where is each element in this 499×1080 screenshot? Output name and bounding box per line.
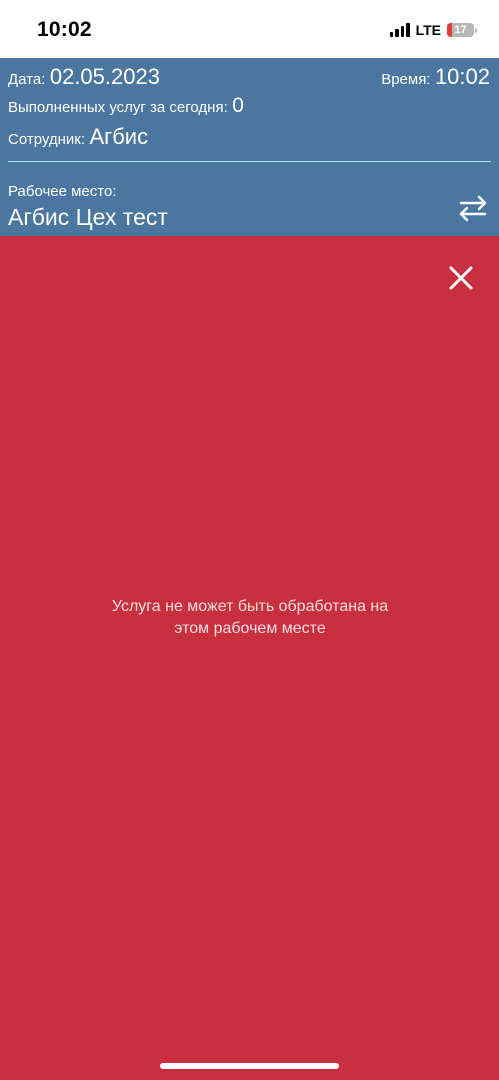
services-value: 0 <box>232 94 244 117</box>
status-indicators: LTE 17 <box>389 20 477 40</box>
date-value: 02.05.2023 <box>49 64 160 89</box>
header-divider <box>8 161 491 162</box>
error-message-line-1: Услуга не может быть обработана на <box>111 598 389 615</box>
switch-workplace-button[interactable] <box>457 192 489 224</box>
time-value: 10:02 <box>434 64 490 89</box>
info-header: Дата: 02.05.2023 Время: 10:02 Выполненны… <box>0 58 499 236</box>
error-message: Услуга не может быть обработана на этом … <box>60 596 440 640</box>
employee-label: Сотрудник: <box>8 131 86 148</box>
error-message-line-2: этом рабочем месте <box>174 620 326 637</box>
date-row: Дата: 02.05.2023 <box>8 64 160 90</box>
home-indicator[interactable] <box>160 1063 339 1069</box>
close-icon <box>449 266 473 290</box>
battery-level: 17 <box>454 24 467 36</box>
signal-icon <box>389 23 410 37</box>
status-time: 10:02 <box>37 18 92 41</box>
workplace-label: Рабочее место: <box>8 183 117 200</box>
network-type: LTE <box>415 22 441 38</box>
services-row: Выполненных услуг за сегодня: 0 <box>8 94 244 118</box>
employee-value: Агбис <box>89 124 149 149</box>
workplace-value: Агбис Цех тест <box>8 204 168 230</box>
services-label: Выполненных услуг за сегодня: <box>8 99 228 116</box>
employee-row: Сотрудник: Агбис <box>8 124 148 150</box>
battery-cap <box>475 27 477 33</box>
time-row: Время: 10:02 <box>381 64 490 90</box>
status-bar: 10:02 LTE 17 <box>0 0 499 58</box>
swap-arrows-icon <box>459 195 487 222</box>
time-label: Время: <box>381 71 431 88</box>
date-label: Дата: <box>8 71 46 88</box>
battery-icon: 17 <box>447 23 474 37</box>
battery-fill <box>447 23 452 37</box>
close-button[interactable] <box>449 266 473 290</box>
